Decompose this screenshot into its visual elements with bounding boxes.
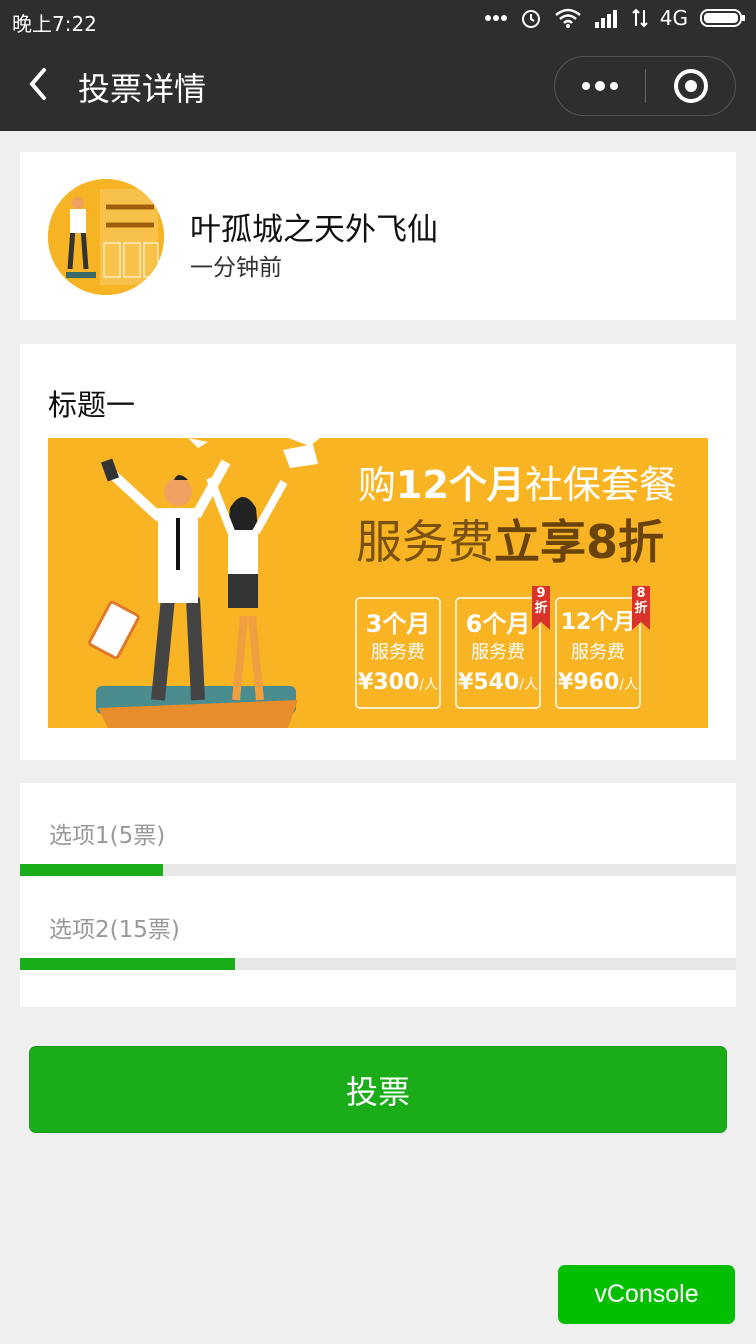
mini-program-capsule bbox=[554, 56, 736, 116]
target-close-icon bbox=[674, 69, 708, 103]
discount-ribbon: 8折 bbox=[634, 586, 648, 616]
plan-price: ¥960/人 bbox=[556, 670, 640, 695]
vote-progress-track bbox=[20, 958, 736, 970]
post-title: 标题一 bbox=[48, 388, 136, 422]
plan-price-unit: /人 bbox=[519, 677, 538, 693]
plan-price: ¥540/人 bbox=[456, 670, 540, 695]
author-card: 叶孤城之天外飞仙 一分钟前 bbox=[20, 152, 736, 320]
page-title: 投票详情 bbox=[78, 70, 207, 108]
capsule-divider bbox=[645, 69, 646, 103]
plan-label: 服务费 bbox=[571, 642, 625, 663]
vote-progress-fill bbox=[20, 958, 235, 970]
signal-icon bbox=[594, 10, 617, 28]
alarm-icon bbox=[521, 10, 540, 28]
plan-period: 12个月 bbox=[560, 610, 636, 635]
plan-label: 服务费 bbox=[471, 642, 525, 663]
plan-price-unit: /人 bbox=[619, 677, 638, 693]
vote-options-card: 选项1(5票) 选项2(15票) bbox=[20, 783, 736, 1007]
banner-headline-2-highlight: 立享8折 bbox=[494, 515, 665, 569]
plan-price-unit: /人 bbox=[419, 677, 438, 693]
plan-price: ¥300/人 bbox=[356, 670, 440, 695]
network-type: 4G bbox=[659, 6, 688, 30]
plan-label: 服务费 bbox=[371, 642, 425, 663]
status-bar: 晚上7:22 4G bbox=[0, 0, 756, 40]
status-icons: 4G bbox=[484, 6, 746, 30]
plan-period: 6个月 bbox=[465, 610, 531, 638]
close-button[interactable] bbox=[647, 57, 735, 115]
banner-headline-2-prefix: 服务费 bbox=[356, 515, 494, 569]
back-icon[interactable] bbox=[22, 64, 56, 104]
plan-price-value: ¥540 bbox=[458, 670, 520, 695]
status-time: 晚上7:22 bbox=[12, 12, 97, 36]
banner-headline-1-suffix: 社保套餐 bbox=[524, 463, 677, 507]
promo-banner[interactable]: 购12个月社保套餐 服务费立享8折 3个月 服务费 ¥300/人 6个月 服务费… bbox=[48, 438, 708, 728]
more-dots-icon bbox=[484, 15, 507, 21]
banner-headline-1-highlight: 12个月 bbox=[396, 463, 525, 507]
content-card: 标题一 购12个月社保套餐 服务费立享8折 3个月 服务费 ¥300/人 6个月… bbox=[20, 344, 736, 760]
author-name: 叶孤城之天外飞仙 bbox=[190, 212, 438, 248]
more-button[interactable] bbox=[555, 57, 645, 115]
wifi-icon bbox=[554, 8, 581, 28]
nav-bar: 投票详情 bbox=[0, 40, 756, 131]
vote-option[interactable]: 选项1(5票) bbox=[20, 783, 736, 876]
plan-period: 3个月 bbox=[365, 610, 431, 638]
avatar-image bbox=[48, 179, 164, 295]
vote-progress-fill bbox=[20, 864, 164, 876]
vconsole-button[interactable]: vConsole bbox=[558, 1265, 735, 1324]
vote-button[interactable]: 投票 bbox=[29, 1046, 727, 1133]
battery-icon bbox=[700, 9, 745, 27]
banner-headline-1: 购12个月社保套餐 bbox=[358, 454, 677, 509]
banner-headline-1-prefix: 购 bbox=[358, 463, 397, 507]
vote-option-label: 选项2(15票) bbox=[49, 917, 180, 943]
banner-headline-2: 服务费立享8折 bbox=[356, 506, 664, 572]
discount-ribbon: 9折 bbox=[534, 586, 548, 616]
vote-progress-track bbox=[20, 864, 736, 876]
post-time: 一分钟前 bbox=[190, 255, 282, 281]
plan-price-value: ¥300 bbox=[358, 670, 420, 695]
data-arrows-icon bbox=[632, 8, 648, 28]
plan-price-value: ¥960 bbox=[558, 670, 620, 695]
avatar[interactable] bbox=[48, 179, 164, 295]
vote-option[interactable]: 选项2(15票) bbox=[20, 877, 736, 970]
more-icon bbox=[582, 81, 618, 91]
vote-option-label: 选项1(5票) bbox=[49, 823, 166, 849]
